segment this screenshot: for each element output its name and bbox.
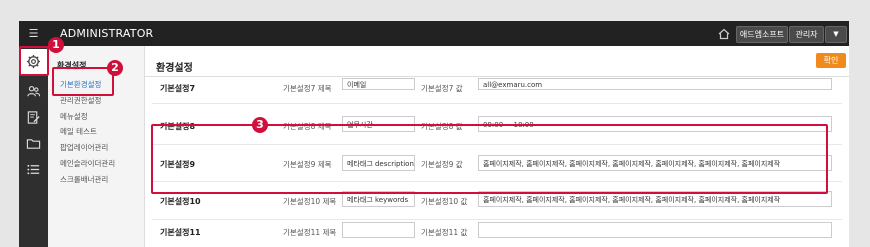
subnav-item-menu-settings[interactable]: 메뉴설정 [60, 111, 88, 122]
menu-toggle-icon[interactable]: ☰ [19, 21, 48, 46]
subnav-item-scroll-banner[interactable]: 스크롤배너관리 [60, 174, 108, 185]
list-icon [27, 164, 40, 175]
sidebar-item-files[interactable] [19, 131, 48, 156]
chevron-down-icon[interactable]: ▼ [825, 26, 847, 43]
title-label: 기본설정11 제목 [283, 228, 337, 237]
callout-badge-2: 2 [107, 60, 123, 76]
sidebar-item-documents[interactable] [19, 105, 48, 130]
value-label: 기본설정11 값 [421, 228, 468, 237]
users-icon [27, 85, 41, 97]
callout-badge-1: 1 [48, 37, 64, 53]
subnav-item-main-slider[interactable]: 메인슬라이더관리 [60, 158, 115, 169]
admin-button[interactable]: 관리자 [789, 26, 824, 43]
top-bar: ☰ ADMINISTRATOR 애드엠소프트 관리자 ▼ [19, 21, 849, 46]
callout-badge-3: 3 [252, 117, 268, 133]
sidebar-item-users[interactable] [19, 79, 48, 104]
row-label: 기본설정11 [160, 228, 201, 237]
value-label: 기본설정7 값 [421, 84, 463, 93]
highlight-settings-icon [19, 46, 49, 76]
title-label: 기본설정10 제목 [283, 197, 337, 206]
home-icon[interactable] [718, 28, 730, 40]
company-button[interactable]: 애드엠소프트 [736, 26, 788, 43]
row-label: 기본설정7 [160, 84, 196, 93]
value-input[interactable] [478, 222, 832, 238]
value-label: 기본설정10 값 [421, 197, 468, 206]
page-title: 환경설정 [156, 63, 193, 74]
title-input[interactable] [342, 222, 415, 238]
subnav-item-popup[interactable]: 팝업레이어관리 [60, 142, 108, 153]
title-input[interactable]: 이메일 [342, 78, 415, 90]
row-label: 기본설정10 [160, 197, 201, 206]
highlight-meta-rows [151, 124, 828, 194]
subnav-item-permissions[interactable]: 관리권한설정 [60, 95, 101, 106]
icon-sidebar [19, 46, 48, 247]
brand-title: ADMINISTRATOR [60, 27, 154, 40]
value-input[interactable]: all@exmaru.com [478, 78, 832, 90]
subnav-item-mail-test[interactable]: 메일 테스트 [60, 126, 97, 137]
settings-row: 기본설정11 기본설정11 제목 기본설정11 값 [152, 219, 842, 247]
title-label: 기본설정7 제목 [283, 84, 332, 93]
sidebar-item-list[interactable] [19, 157, 48, 182]
settings-row: 기본설정7 기본설정7 제목 이메일 기본설정7 값 all@exmaru.co… [152, 77, 842, 104]
confirm-button[interactable]: 확인 [816, 53, 846, 68]
folder-icon [26, 139, 41, 149]
edit-document-icon [27, 111, 40, 124]
highlight-basic-settings [52, 67, 114, 96]
